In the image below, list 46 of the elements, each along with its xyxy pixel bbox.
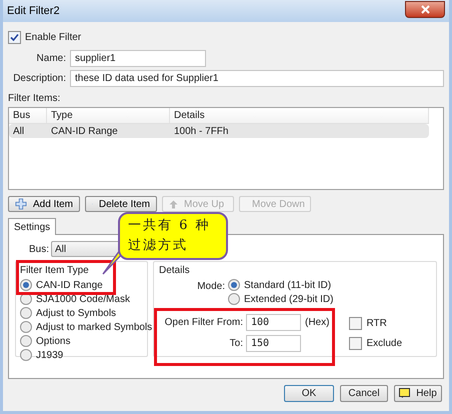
dialog-button[interactable]: OK bbox=[284, 385, 334, 402]
table-row[interactable]: All CAN-ID Range 100h - 7FFh bbox=[9, 124, 429, 138]
dialog-button[interactable]: Help bbox=[394, 385, 442, 402]
radio-option[interactable]: Extended (29-bit ID) bbox=[228, 292, 334, 306]
mode-label: Mode: bbox=[196, 280, 226, 294]
from-label: Open Filter From: bbox=[164, 316, 244, 330]
column-header[interactable]: Details bbox=[170, 108, 429, 123]
window-title: Edit Filter2 bbox=[7, 4, 60, 19]
from-field[interactable]: 100 bbox=[246, 314, 301, 331]
table-cell-text: All bbox=[12, 124, 26, 138]
radio-option[interactable]: Options bbox=[20, 334, 70, 348]
column-header[interactable]: Type bbox=[47, 108, 170, 123]
description-field[interactable]: these ID data used for Supplier1 bbox=[70, 70, 444, 87]
item-button[interactable]: Add Item bbox=[8, 196, 80, 212]
help-icon bbox=[399, 388, 410, 399]
column-header[interactable]: Bus bbox=[9, 108, 47, 123]
check-icon bbox=[10, 33, 19, 42]
description-label: Description: bbox=[12, 72, 67, 86]
dialog-button[interactable]: Cancel bbox=[340, 385, 388, 402]
bus-label: Bus: bbox=[29, 242, 50, 256]
to-field[interactable]: 150 bbox=[246, 335, 301, 352]
radio-option[interactable]: CAN-ID Range bbox=[20, 278, 103, 292]
filter-items-label: Filter Items: bbox=[8, 92, 62, 106]
name-field[interactable]: supplier1 bbox=[70, 50, 206, 67]
table-cell-text: CAN-ID Range bbox=[50, 124, 119, 138]
up-arrow-icon bbox=[169, 200, 178, 208]
plus-icon bbox=[15, 197, 27, 211]
radio-option[interactable]: Adjust to marked Symbols bbox=[20, 320, 152, 334]
checkbox[interactable]: RTR bbox=[349, 316, 402, 331]
hex-unit: (Hex) bbox=[305, 316, 330, 330]
checkbox[interactable]: Exclude bbox=[349, 336, 402, 351]
close-button[interactable] bbox=[405, 0, 445, 18]
close-icon bbox=[420, 4, 430, 14]
tab[interactable]: Settings bbox=[8, 218, 56, 235]
radio-option[interactable]: J1939 bbox=[20, 348, 64, 362]
to-label: To: bbox=[228, 337, 244, 351]
radio-option[interactable]: Adjust to Symbols bbox=[20, 306, 116, 320]
table-cell-text: 100h - 7FFh bbox=[173, 124, 230, 138]
group-label: Details bbox=[159, 264, 191, 278]
item-button[interactable]: Delete Item bbox=[85, 196, 157, 212]
group-label: Filter Item Type bbox=[20, 264, 90, 278]
callout-text: 一共有 6 种过滤方式 bbox=[128, 217, 212, 255]
radio-option[interactable]: Standard (11-bit ID) bbox=[228, 278, 332, 292]
radio-option[interactable]: SJA1000 Code/Mask bbox=[20, 292, 130, 306]
checkbox[interactable]: Enable Filter bbox=[8, 30, 444, 45]
name-label: Name: bbox=[36, 52, 67, 66]
